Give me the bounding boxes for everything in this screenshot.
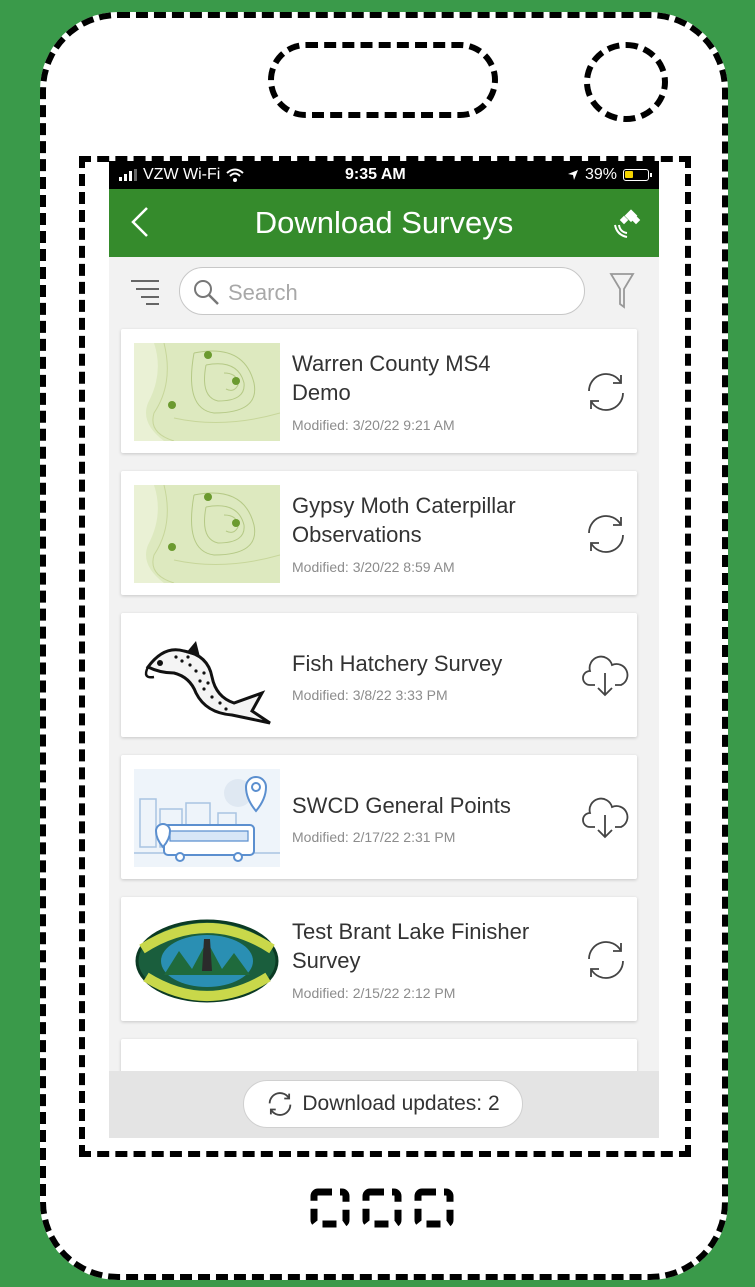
carrier-label: VZW Wi-Fi	[143, 166, 221, 183]
search-placeholder: Search	[228, 280, 298, 305]
page-title: Download Surveys	[254, 205, 514, 240]
list-item[interactable]: SWCD General Points Modified: 2/17/22 2:…	[121, 755, 637, 879]
carrier-group: VZW Wi-Fi	[119, 166, 244, 184]
list-item[interactable]: Test Brant Lake Finisher Survey Modified…	[121, 897, 637, 1021]
wifi-icon	[226, 168, 244, 182]
phone-camera	[584, 42, 668, 122]
survey-modified: Modified: 2/15/22 2:12 PM	[292, 985, 456, 1001]
sync-icon	[269, 1092, 292, 1116]
survey-name: Fish Hatchery Survey	[292, 651, 503, 676]
sync-icon[interactable]	[583, 369, 629, 415]
survey-modified: Modified: 3/8/22 3:33 PM	[292, 687, 448, 703]
survey-name: Test Brant Lake Finisher Survey	[292, 919, 530, 973]
survey-thumbnail	[134, 911, 280, 1009]
sync-icon[interactable]	[583, 511, 629, 557]
survey-modified: Modified: 3/20/22 9:21 AM	[292, 417, 455, 433]
list-item[interactable]: Fish Hatchery Survey Modified: 3/8/22 3:…	[121, 613, 637, 737]
cloud-download-icon[interactable]	[581, 795, 629, 841]
survey-thumbnail	[134, 343, 280, 441]
topo-map-icon	[134, 343, 280, 441]
survey-thumbnail	[134, 769, 280, 867]
brant-lake-logo	[134, 911, 280, 1009]
search-row: Search	[109, 257, 659, 329]
download-updates-button[interactable]: Download updates: 2	[243, 1080, 523, 1128]
filter-icon[interactable]	[609, 271, 635, 311]
city-bus-icon	[134, 769, 280, 867]
battery-icon	[623, 169, 652, 181]
search-input[interactable]: Search	[179, 267, 585, 315]
signal-icon	[119, 169, 137, 181]
list-item[interactable]: Warren County MS4 Demo Modified: 3/20/22…	[121, 329, 637, 453]
survey-name: Gypsy Moth Caterpillar Observations	[292, 493, 516, 547]
survey-thumbnail	[134, 627, 280, 725]
home-button-icon	[310, 1188, 454, 1228]
location-arrow-icon	[567, 170, 578, 180]
cloud-download-icon[interactable]	[581, 653, 629, 699]
app-screen: VZW Wi-Fi 9:35 AM 39% Download Surveys S…	[109, 161, 659, 1138]
battery-percent: 39%	[584, 166, 617, 183]
clock: 9:35 AM	[345, 166, 406, 183]
phone-speaker	[268, 42, 498, 118]
download-updates-label: Download updates: 2	[302, 1092, 500, 1115]
sync-icon[interactable]	[583, 937, 629, 983]
sort-icon[interactable]	[129, 277, 161, 305]
status-bar: VZW Wi-Fi 9:35 AM 39%	[109, 161, 659, 189]
survey-thumbnail	[134, 485, 280, 583]
list-item[interactable]: Gypsy Moth Caterpillar Observations Modi…	[121, 471, 637, 595]
survey-modified: Modified: 2/17/22 2:31 PM	[292, 829, 456, 845]
survey-name: SWCD General Points	[292, 793, 511, 818]
fish-icon	[134, 627, 280, 725]
survey-modified: Modified: 3/20/22 8:59 AM	[292, 559, 455, 575]
battery-group: 39%	[567, 166, 652, 184]
survey-name: Warren County MS4 Demo	[292, 351, 491, 405]
satellite-icon[interactable]	[611, 207, 647, 241]
topo-map-icon	[134, 485, 280, 583]
bottom-bar: Download updates: 2	[109, 1071, 659, 1138]
search-icon	[194, 280, 219, 305]
nav-bar: Download Surveys	[109, 189, 659, 257]
